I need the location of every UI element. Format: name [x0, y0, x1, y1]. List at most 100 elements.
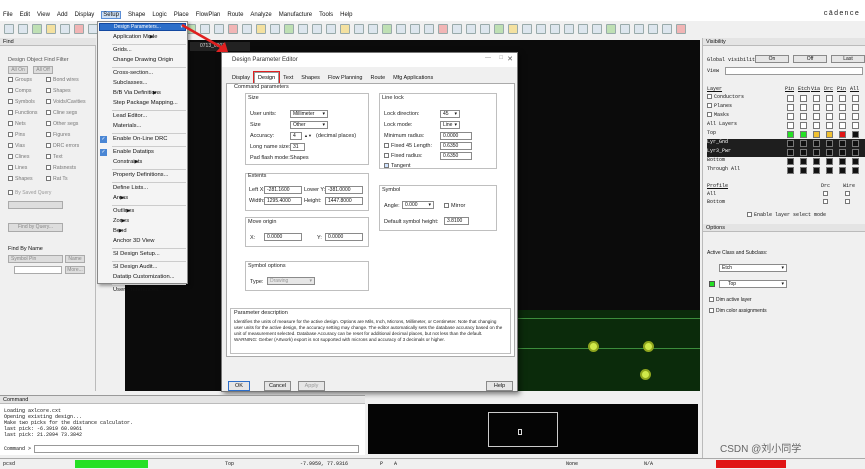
find-filter-checkbox[interactable] — [8, 110, 13, 116]
visibility-checkbox[interactable] — [787, 140, 794, 147]
visibility-checkbox[interactable] — [813, 131, 820, 138]
find-filter-checkbox[interactable] — [8, 77, 13, 83]
min-radius-input[interactable]: 0.0000 — [440, 132, 472, 140]
dialog-tab[interactable]: Display — [228, 72, 254, 83]
find-filter-checkbox[interactable] — [46, 143, 51, 149]
visibility-checkbox[interactable] — [787, 167, 794, 174]
status-p[interactable]: P — [380, 461, 383, 467]
find-filter-checkbox[interactable] — [8, 154, 13, 160]
menu-route[interactable]: Route — [227, 12, 243, 18]
mirror-checkbox[interactable] — [444, 203, 449, 209]
toolbar-button-icon[interactable] — [676, 24, 686, 34]
menu-setup[interactable]: Setup — [101, 11, 121, 19]
find-filter-checkbox[interactable] — [46, 154, 51, 160]
visibility-checkbox[interactable] — [839, 149, 846, 156]
visibility-checkbox[interactable] — [813, 104, 820, 111]
command-input[interactable] — [34, 445, 359, 453]
toolbar-button-icon[interactable] — [326, 24, 336, 34]
menu-add[interactable]: Add — [57, 12, 68, 18]
toolbar-button-icon[interactable] — [522, 24, 532, 34]
visibility-checkbox[interactable] — [787, 113, 794, 120]
layer-expand-checkbox[interactable] — [707, 94, 712, 99]
dim-active-layer-checkbox[interactable] — [709, 297, 714, 303]
user-units-select[interactable]: Millimeter — [290, 110, 328, 118]
visibility-checkbox[interactable] — [839, 158, 846, 165]
toolbar-button-icon[interactable] — [634, 24, 644, 34]
setup-menu-item[interactable]: User Preferences... — [113, 286, 163, 295]
find-filter-item[interactable]: Text — [46, 154, 86, 165]
toolbar-button-icon[interactable] — [60, 24, 70, 34]
find-filter-checkbox[interactable] — [8, 165, 13, 171]
toolbar-button-icon[interactable] — [648, 24, 658, 34]
visibility-checkbox[interactable] — [852, 95, 859, 102]
view-select[interactable] — [725, 67, 863, 75]
all-off-button[interactable]: All Off — [33, 66, 53, 74]
find-by-query-button[interactable]: Find by Query... — [8, 223, 63, 232]
toolbar-button-icon[interactable] — [620, 24, 630, 34]
find-filter-item[interactable]: Other segs — [46, 121, 86, 132]
dialog-tab[interactable]: Flow Planning — [324, 72, 367, 83]
toolbar-button-icon[interactable] — [536, 24, 546, 34]
visibility-checkbox[interactable] — [813, 113, 820, 120]
find-filter-item[interactable]: Rat Ts — [46, 176, 86, 187]
dim-color-assignments-checkbox[interactable] — [709, 308, 714, 314]
lock-direction-select[interactable]: 45 — [440, 110, 460, 118]
visibility-checkbox[interactable] — [826, 158, 833, 165]
profile-bottom-wire-checkbox[interactable] — [845, 199, 850, 204]
menu-logic[interactable]: Logic — [152, 12, 166, 18]
find-filter-item[interactable]: Lines — [8, 165, 38, 176]
toolbar-button-icon[interactable] — [662, 24, 672, 34]
setup-menu-item[interactable]: Zones ▶ — [113, 217, 129, 226]
find-filter-checkbox[interactable] — [8, 99, 13, 105]
visibility-checkbox[interactable] — [826, 167, 833, 174]
visibility-checkbox[interactable] — [787, 149, 794, 156]
visibility-checkbox[interactable] — [852, 149, 859, 156]
visibility-checkbox[interactable] — [800, 113, 807, 120]
visibility-checkbox[interactable] — [813, 149, 820, 156]
dialog-tab[interactable]: Route — [366, 72, 389, 83]
find-filter-item[interactable]: DRC errors — [46, 143, 86, 154]
find-filter-checkbox[interactable] — [46, 77, 51, 83]
tangent-checkbox[interactable] — [384, 163, 389, 169]
toolbar-button-icon[interactable] — [508, 24, 518, 34]
all-on-button[interactable]: All On — [8, 66, 28, 74]
visibility-checkbox[interactable] — [852, 113, 859, 120]
setup-menu-item[interactable]: Cross-section... — [113, 69, 153, 78]
find-filter-item[interactable]: Vias — [8, 143, 38, 154]
setup-menu-item[interactable]: SI Design Setup... — [113, 250, 160, 259]
find-filter-item[interactable]: Shapes — [46, 88, 86, 99]
by-saved-query-checkbox[interactable] — [8, 190, 13, 196]
find-filter-item[interactable]: Nets — [8, 121, 38, 132]
find-filter-checkbox[interactable] — [46, 99, 51, 105]
toolbar-button-icon[interactable] — [312, 24, 322, 34]
toolbar-button-icon[interactable] — [354, 24, 364, 34]
setup-menu-item[interactable]: Change Drawing Origin — [113, 56, 173, 65]
profile-all-drc-checkbox[interactable] — [823, 191, 828, 196]
find-filter-item[interactable]: Clines — [8, 154, 38, 165]
height-input[interactable]: 1447.8000 — [325, 197, 363, 205]
find-filter-checkbox[interactable] — [46, 121, 51, 127]
toolbar-button-icon[interactable] — [46, 24, 56, 34]
accuracy-spin-icon[interactable]: ▲▼ — [304, 133, 312, 138]
toolbar-button-icon[interactable] — [438, 24, 448, 34]
menu-place[interactable]: Place — [174, 12, 189, 18]
symbol-type-select[interactable]: Drawing — [267, 277, 315, 285]
setup-menu-item[interactable]: Materials... — [113, 122, 141, 131]
find-filter-item[interactable]: Shapes — [8, 176, 38, 187]
find-filter-checkbox[interactable] — [46, 176, 51, 182]
find-filter-item[interactable]: Functions — [8, 110, 38, 121]
minimize-icon[interactable]: — — [485, 55, 491, 61]
visibility-checkbox[interactable] — [839, 95, 846, 102]
visibility-checkbox[interactable] — [826, 104, 833, 111]
visibility-checkbox[interactable] — [839, 122, 846, 129]
setup-menu-item[interactable]: Bend ▶ — [113, 227, 127, 236]
toolbar-button-icon[interactable] — [466, 24, 476, 34]
visibility-checkbox[interactable] — [813, 95, 820, 102]
menu-shape[interactable]: Shape — [128, 12, 145, 18]
visibility-checkbox[interactable] — [800, 167, 807, 174]
visibility-checkbox[interactable] — [787, 131, 794, 138]
fixed-radius-input[interactable]: 0.6350 — [440, 152, 472, 160]
dialog-tab[interactable]: Shapes — [297, 72, 324, 83]
find-filter-item[interactable]: Symbols — [8, 99, 38, 110]
visibility-checkbox[interactable] — [813, 122, 820, 129]
